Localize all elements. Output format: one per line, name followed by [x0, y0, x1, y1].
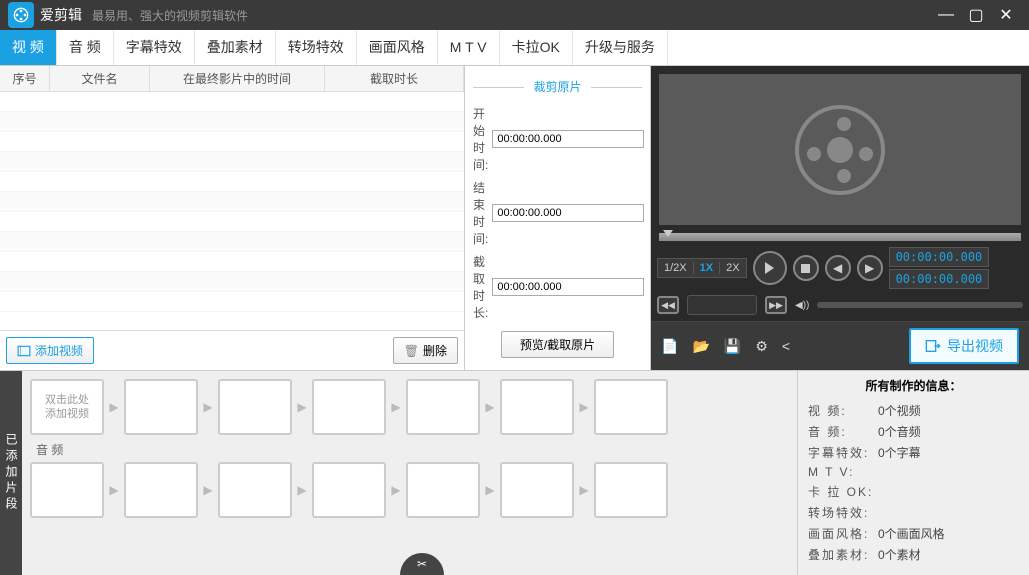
mute-icon[interactable]: ◀)) [795, 300, 809, 311]
open-project-icon[interactable]: 📂 [692, 338, 709, 355]
timecode-current: 00:00:00.000 [889, 247, 990, 267]
add-video-button[interactable]: 添加视频 [6, 337, 94, 364]
clip-slot[interactable] [124, 379, 198, 435]
audio-slot[interactable] [30, 462, 104, 518]
add-clip-slot[interactable]: 双击此处 添加视频 [30, 379, 104, 435]
film-reel-icon [13, 7, 29, 23]
clip-settings-panel: 裁剪原片 开始时间: 结束时间: 截取时长: 预览/截取原片 声音设置 使用音轨… [465, 66, 651, 370]
audio-track-label: 音 频 [36, 441, 789, 458]
scissors-icon: ✂ [417, 557, 427, 571]
save-project-icon[interactable]: 💾 [724, 338, 741, 355]
info-title: 所有制作的信息： [808, 377, 1019, 394]
rewind-button[interactable] [657, 296, 679, 314]
preview-volume-bar[interactable] [817, 302, 1023, 308]
next-frame-button[interactable] [857, 255, 883, 281]
audio-slot[interactable] [218, 462, 292, 518]
col-index[interactable]: 序号 [0, 66, 50, 91]
close-button[interactable]: ✕ [991, 5, 1021, 25]
preview-panel: 1/2X 1X 2X 00:00:00.000 00:00:00.000 ◀))… [651, 66, 1029, 370]
minimize-button[interactable]: ― [931, 6, 961, 24]
clip-slot[interactable] [594, 379, 668, 435]
trash-icon: 🗑 [404, 344, 419, 358]
timeline: 双击此处 添加视频 ▶ ▶ ▶ ▶ ▶ ▶ 音 频 ▶ ▶ ▶ ▶ ▶ ▶ ✂ [22, 371, 797, 575]
film-icon [17, 344, 31, 358]
speed-2x[interactable]: 2X [720, 262, 745, 274]
file-list-panel: 序号 文件名 在最终影片中的时间 截取时长 添加视频 🗑 删除 [0, 66, 465, 370]
play-button[interactable] [753, 251, 787, 285]
prev-frame-button[interactable] [825, 255, 851, 281]
fastforward-button[interactable] [765, 296, 787, 314]
settings-icon[interactable]: ⚙ [755, 338, 768, 355]
maximize-button[interactable]: ▢ [961, 5, 991, 25]
section-clip: 裁剪原片 [473, 78, 642, 95]
main-tabs: 视 频 音 频 字幕特效 叠加素材 转场特效 画面风格 M T V 卡拉OK 升… [0, 30, 1029, 66]
timeline-tab[interactable]: 已添加片段 [0, 371, 22, 575]
col-filename[interactable]: 文件名 [50, 66, 150, 91]
speed-1x[interactable]: 1X [694, 262, 720, 274]
export-video-button[interactable]: 导出视频 [909, 328, 1019, 364]
table-body[interactable] [0, 92, 464, 330]
audio-slot[interactable] [124, 462, 198, 518]
title-bar: 爱剪辑 最易用、强大的视频剪辑软件 ― ▢ ✕ [0, 0, 1029, 30]
app-name: 爱剪辑 [40, 5, 82, 25]
duration-input[interactable] [492, 278, 644, 296]
video-track[interactable]: 双击此处 添加视频 ▶ ▶ ▶ ▶ ▶ ▶ [30, 379, 789, 435]
reel-placeholder-icon [795, 105, 885, 195]
project-info-panel: 所有制作的信息： 视 频:0个视频 音 频:0个音频 字幕特效:0个字幕 M T… [797, 371, 1029, 575]
start-label: 开始时间: [473, 105, 488, 173]
audio-slot[interactable] [594, 462, 668, 518]
audio-slot[interactable] [312, 462, 386, 518]
timecode-total: 00:00:00.000 [889, 269, 990, 289]
start-time-input[interactable] [492, 130, 644, 148]
tab-mtv[interactable]: M T V [438, 30, 500, 65]
delete-button[interactable]: 🗑 删除 [393, 337, 458, 364]
tab-audio[interactable]: 音 频 [57, 30, 114, 65]
clip-slot[interactable] [500, 379, 574, 435]
toolbar: 📄 📂 💾 ⚙ < 导出视频 [651, 321, 1029, 370]
tab-style[interactable]: 画面风格 [357, 30, 438, 65]
scrub-bar[interactable] [659, 233, 1021, 241]
table-header: 序号 文件名 在最终影片中的时间 截取时长 [0, 66, 464, 92]
end-time-input[interactable] [492, 204, 644, 222]
audio-slot[interactable] [406, 462, 480, 518]
tab-video[interactable]: 视 频 [0, 30, 57, 65]
new-project-icon[interactable]: 📄 [661, 338, 678, 355]
app-subtitle: 最易用、强大的视频剪辑软件 [92, 7, 248, 24]
tab-subtitle-fx[interactable]: 字幕特效 [114, 30, 195, 65]
audio-slot[interactable] [500, 462, 574, 518]
audio-track[interactable]: ▶ ▶ ▶ ▶ ▶ ▶ [30, 462, 789, 518]
cut-button[interactable]: ✂ [400, 553, 444, 575]
col-time[interactable]: 在最终影片中的时间 [150, 66, 325, 91]
scrub-thumb[interactable] [663, 230, 673, 237]
chevron-right-icon: ▶ [104, 400, 124, 414]
tab-karaoke[interactable]: 卡拉OK [500, 30, 573, 65]
preview-clip-button[interactable]: 预览/截取原片 [501, 331, 614, 358]
jog-wheel[interactable] [687, 295, 757, 315]
tab-upgrade[interactable]: 升级与服务 [573, 30, 668, 65]
play-icon [765, 262, 774, 274]
speed-selector: 1/2X 1X 2X [657, 258, 747, 278]
app-logo [8, 2, 34, 28]
export-icon [925, 338, 941, 354]
clip-slot[interactable] [406, 379, 480, 435]
speed-half[interactable]: 1/2X [658, 262, 694, 274]
dur-label: 截取时长: [473, 253, 488, 321]
share-icon[interactable]: < [782, 338, 790, 354]
tab-overlay[interactable]: 叠加素材 [195, 30, 276, 65]
preview-viewport[interactable] [659, 74, 1021, 225]
clip-slot[interactable] [312, 379, 386, 435]
col-duration[interactable]: 截取时长 [325, 66, 464, 91]
tab-transition[interactable]: 转场特效 [276, 30, 357, 65]
end-label: 结束时间: [473, 179, 488, 247]
stop-button[interactable] [793, 255, 819, 281]
stop-icon [801, 264, 810, 273]
clip-slot[interactable] [218, 379, 292, 435]
